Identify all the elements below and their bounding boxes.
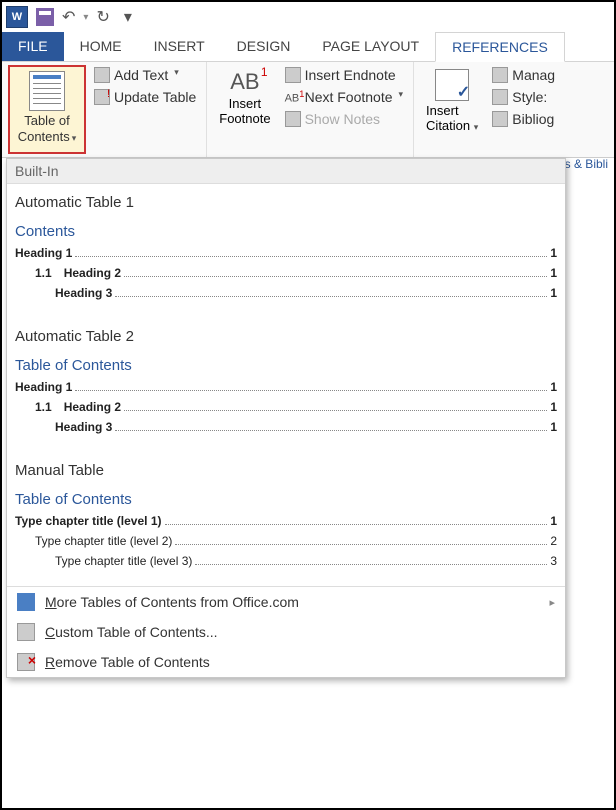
preview-manual[interactable]: Manual Table Table of Contents Type chap… [7, 452, 565, 586]
bibliography-icon [492, 111, 508, 127]
more-toc-online[interactable]: MMore Tables of Contents from Office.com… [7, 587, 565, 617]
insert-citation-button[interactable]: Insert Citation ▾ [420, 65, 484, 154]
toc-line: 1.1Heading 21 [15, 400, 557, 414]
tab-home[interactable]: HOME [64, 32, 138, 61]
citation-icon [435, 69, 469, 101]
chevron-right-icon: ▸ [549, 596, 555, 609]
remove-toc[interactable]: Remove Table of Contents Remove Table of… [7, 647, 565, 677]
update-table-icon: ! [94, 89, 110, 105]
tab-page-layout[interactable]: PAGE LAYOUT [306, 32, 435, 61]
group-table-of-contents: Table of Contents▾ Add Text ▾ ! Update T… [2, 62, 207, 157]
show-notes-button: Show Notes [281, 109, 407, 129]
tab-design[interactable]: DESIGN [221, 32, 307, 61]
style-dropdown[interactable]: Style: [488, 87, 559, 107]
toc-line: Type chapter title (level 2)2 [15, 534, 557, 548]
toc-icon [29, 71, 65, 111]
quick-access-toolbar: W ↶ ▾ ↻ ▾ [2, 2, 614, 32]
manage-sources-icon [492, 67, 508, 83]
undo-icon[interactable]: ↶ [62, 7, 75, 27]
toc-gallery: Built-In Automatic Table 1 Contents Head… [6, 158, 566, 678]
custom-toc-icon [17, 623, 35, 641]
manual-heading: Table of Contents [15, 491, 557, 508]
add-text-icon [94, 67, 110, 83]
toc-line: Heading 31 [15, 420, 557, 434]
insert-citation-label: Insert Citation ▾ [426, 103, 478, 133]
gallery-header: Built-In [7, 159, 565, 184]
preview-auto2[interactable]: Automatic Table 2 Table of Contents Head… [7, 318, 565, 452]
tab-references[interactable]: REFERENCES [435, 32, 565, 62]
toc-button-label: Table of Contents▾ [18, 113, 77, 144]
toc-line: Heading 11 [15, 246, 557, 260]
insert-footnote-button[interactable]: AB1 Insert Footnote [213, 65, 276, 154]
auto1-heading: Contents [15, 223, 557, 240]
toc-side-buttons: Add Text ▾ ! Update Table [90, 65, 200, 154]
preview-auto2-title: Automatic Table 2 [15, 328, 557, 345]
word-app-icon: W [6, 6, 28, 28]
ribbon-tabs: FILE HOME INSERT DESIGN PAGE LAYOUT REFE… [2, 32, 614, 62]
remove-toc-icon [17, 653, 35, 671]
endnote-icon [285, 67, 301, 83]
footnote-side-buttons: Insert Endnote AB1 Next Footnote ▾ Show … [281, 65, 407, 154]
save-icon[interactable] [36, 8, 54, 26]
manage-sources-button[interactable]: Manag [488, 65, 559, 85]
insert-endnote-button[interactable]: Insert Endnote [281, 65, 407, 85]
redo-icon[interactable]: ↻ [96, 7, 109, 27]
customize-qat-icon[interactable]: ▾ [124, 7, 132, 27]
footnote-ab-icon: AB1 [230, 67, 259, 97]
next-footnote-icon: AB1 [285, 89, 301, 105]
table-of-contents-button[interactable]: Table of Contents▾ [8, 65, 86, 154]
insert-footnote-label: Insert Footnote [219, 97, 270, 127]
citation-side-buttons: Manag Style: Bibliog [488, 65, 559, 154]
group-citations: Insert Citation ▾ Manag Style: Bibliog [414, 62, 565, 157]
tab-file[interactable]: FILE [2, 32, 64, 61]
update-table-button[interactable]: ! Update Table [90, 87, 200, 107]
ribbon: Table of Contents▾ Add Text ▾ ! Update T… [2, 62, 614, 158]
group-footnotes: AB1 Insert Footnote Insert Endnote AB1 N… [207, 62, 414, 157]
next-footnote-button[interactable]: AB1 Next Footnote ▾ [281, 87, 407, 107]
office-online-icon [17, 593, 35, 611]
preview-auto1[interactable]: Automatic Table 1 Contents Heading 11 1.… [7, 184, 565, 318]
toc-line: Heading 31 [15, 286, 557, 300]
custom-toc[interactable]: Custom Table of Contents... Custom Table… [7, 617, 565, 647]
toc-line: Heading 11 [15, 380, 557, 394]
bibliography-button[interactable]: Bibliog [488, 109, 559, 129]
preview-auto1-title: Automatic Table 1 [15, 194, 557, 211]
preview-manual-title: Manual Table [15, 462, 557, 479]
auto2-heading: Table of Contents [15, 357, 557, 374]
tab-insert[interactable]: INSERT [138, 32, 221, 61]
show-notes-icon [285, 111, 301, 127]
gallery-footer: MMore Tables of Contents from Office.com… [7, 586, 565, 677]
toc-line: Type chapter title (level 3)3 [15, 554, 557, 568]
undo-dropdown-icon[interactable]: ▾ [83, 12, 88, 23]
toc-line: Type chapter title (level 1)1 [15, 514, 557, 528]
add-text-button[interactable]: Add Text ▾ [90, 65, 200, 85]
toc-line: 1.1Heading 21 [15, 266, 557, 280]
style-icon [492, 89, 508, 105]
